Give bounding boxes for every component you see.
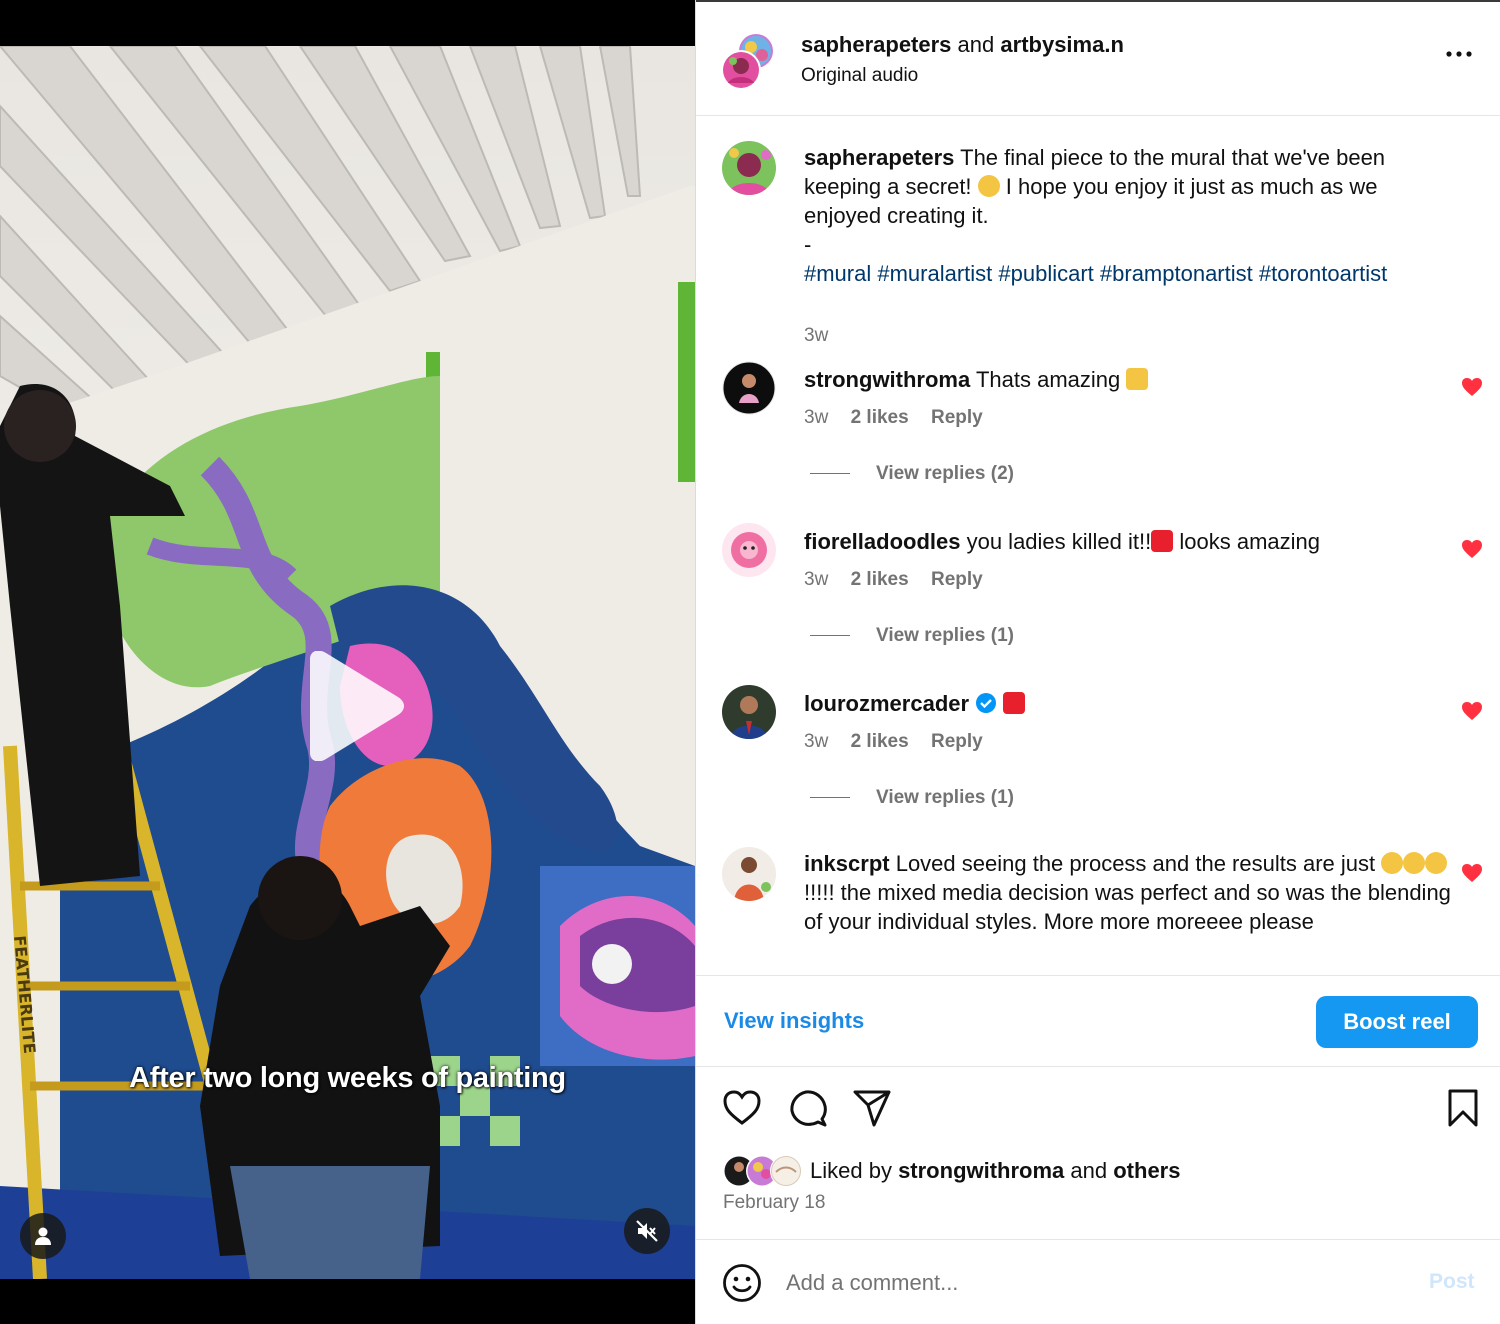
verified-badge-icon	[976, 693, 997, 713]
comment-time: 3w	[804, 407, 829, 428]
caption-hashtags[interactable]: #mural #muralartist #publicart #brampton…	[804, 259, 1454, 288]
liked-heart-icon[interactable]	[1461, 539, 1483, 559]
liked-heart-icon[interactable]	[1461, 701, 1483, 721]
reply-button[interactable]: Reply	[931, 407, 983, 428]
comment-likes[interactable]: 2 likes	[851, 569, 909, 590]
view-replies-button[interactable]: View replies (2)	[810, 463, 1014, 485]
comment-username[interactable]: fiorelladoodles	[804, 529, 960, 554]
comment-body-1: Loved seeing the process and the results…	[889, 851, 1376, 876]
add-comment-bar: Post	[696, 1239, 1500, 1324]
video-player[interactable]: FEATHERLITE After two long weeks of pain…	[0, 0, 695, 1324]
liker-username[interactable]: strongwithroma	[898, 1158, 1064, 1183]
post-comment-button[interactable]: Post	[1429, 1270, 1475, 1294]
comment-likes[interactable]: 2 likes	[851, 407, 909, 428]
mute-toggle-button[interactable]	[624, 1208, 670, 1254]
liked-by-prefix: Liked by	[810, 1158, 899, 1183]
boost-reel-button[interactable]: Boost reel	[1316, 996, 1478, 1048]
post-date: February 18	[723, 1192, 826, 1213]
comment-meta: 3w 2 likes Reply	[804, 407, 1000, 429]
red-heart-emoji-icon	[1003, 692, 1026, 714]
caption-username[interactable]: sapherapeters	[804, 145, 954, 170]
comment-bubble-icon[interactable]	[788, 1088, 828, 1128]
like-heart-icon[interactable]	[722, 1088, 762, 1128]
likers-avatar-stack	[723, 1155, 802, 1187]
reply-button[interactable]: Reply	[931, 569, 983, 590]
comment-body-2: !!!!! the mixed media decision was perfe…	[804, 880, 1451, 934]
reel-viewer: FEATHERLITE After two long weeks of pain…	[0, 0, 1500, 1324]
liked-heart-icon[interactable]	[1461, 863, 1483, 883]
comment-meta: 3w 2 likes Reply	[804, 731, 1000, 753]
comment-body-1: you ladies killed it!!	[960, 529, 1152, 554]
comments-list[interactable]: sapherapeters The final piece to the mur…	[696, 117, 1500, 975]
audio-label[interactable]: Original audio	[801, 65, 918, 87]
red-heart-emoji-icon	[1151, 530, 1174, 552]
caption-time: 3w	[804, 325, 829, 346]
video-frame[interactable]: FEATHERLITE After two long weeks of pain…	[0, 46, 695, 1279]
owner-actions-bar: View insights Boost reel	[696, 975, 1500, 1067]
speaker-muted-icon	[636, 1220, 658, 1242]
caption-meta: 3w	[804, 325, 845, 347]
add-comment-input[interactable]	[786, 1266, 1386, 1300]
comment-username[interactable]: lourozmercader	[804, 691, 969, 716]
caption-dash: -	[804, 232, 812, 257]
comment-body-2: looks amazing	[1173, 529, 1320, 554]
comment-text: inkscrpt Loved seeing the process and th…	[804, 849, 1454, 936]
share-send-icon[interactable]	[852, 1088, 892, 1128]
more-options-icon[interactable]	[1444, 44, 1474, 64]
clapping-hands-emoji-icon	[1126, 368, 1149, 390]
post-side-panel: sapherapeters and artbysima.n Original a…	[695, 0, 1500, 1324]
comment-likes[interactable]: 2 likes	[851, 731, 909, 752]
author-username[interactable]: sapherapeters	[801, 32, 951, 57]
commenter-avatar[interactable]	[722, 523, 776, 577]
save-bookmark-icon[interactable]	[1446, 1088, 1480, 1128]
play-icon[interactable]	[300, 651, 404, 761]
comment-body: Thats amazing	[970, 367, 1127, 392]
authors-conjunction: and	[957, 32, 995, 57]
comment-username[interactable]: strongwithroma	[804, 367, 970, 392]
comment-time: 3w	[804, 569, 829, 590]
emoji-smile-icon[interactable]	[722, 1263, 762, 1303]
coauthor-username[interactable]: artbysima.n	[1000, 32, 1124, 57]
comment-text: fiorelladoodles you ladies killed it!! l…	[804, 527, 1454, 556]
collab-avatars[interactable]	[720, 33, 778, 91]
pleading-face-emoji-icon	[977, 175, 1000, 197]
liked-by-text: Liked by strongwithroma and others	[810, 1158, 1180, 1184]
post-authors: sapherapeters and artbysima.n	[801, 32, 1124, 58]
heart-eyes-emoji-icon	[1403, 852, 1426, 874]
comment-time: 3w	[804, 731, 829, 752]
likers-others-link[interactable]: others	[1113, 1158, 1180, 1183]
commenter-avatar[interactable]	[722, 847, 776, 901]
tagged-users-button[interactable]	[20, 1213, 66, 1259]
heart-eyes-emoji-icon	[1381, 852, 1404, 874]
post-header: sapherapeters and artbysima.n Original a…	[696, 2, 1500, 116]
post-action-icons	[696, 1088, 1500, 1132]
view-insights-link[interactable]: View insights	[724, 1008, 864, 1034]
liked-by-and: and	[1064, 1158, 1114, 1183]
caption-author-avatar[interactable]	[722, 141, 776, 195]
comment-text: lourozmercader	[804, 689, 1454, 718]
view-replies-button[interactable]: View replies (1)	[810, 625, 1014, 647]
caption-text: sapherapeters The final piece to the mur…	[804, 143, 1454, 288]
reply-button[interactable]: Reply	[931, 731, 983, 752]
comment-meta: 3w 2 likes Reply	[804, 569, 1000, 591]
video-caption: After two long weeks of painting	[129, 1062, 566, 1094]
view-replies-button[interactable]: View replies (1)	[810, 787, 1014, 809]
user-icon	[35, 1227, 51, 1245]
comment-username[interactable]: inkscrpt	[804, 851, 890, 876]
commenter-avatar[interactable]	[722, 361, 776, 415]
commenter-avatar[interactable]	[722, 685, 776, 739]
heart-eyes-emoji-icon	[1425, 852, 1448, 874]
liked-heart-icon[interactable]	[1461, 377, 1483, 397]
comment-text: strongwithroma Thats amazing	[804, 365, 1454, 394]
